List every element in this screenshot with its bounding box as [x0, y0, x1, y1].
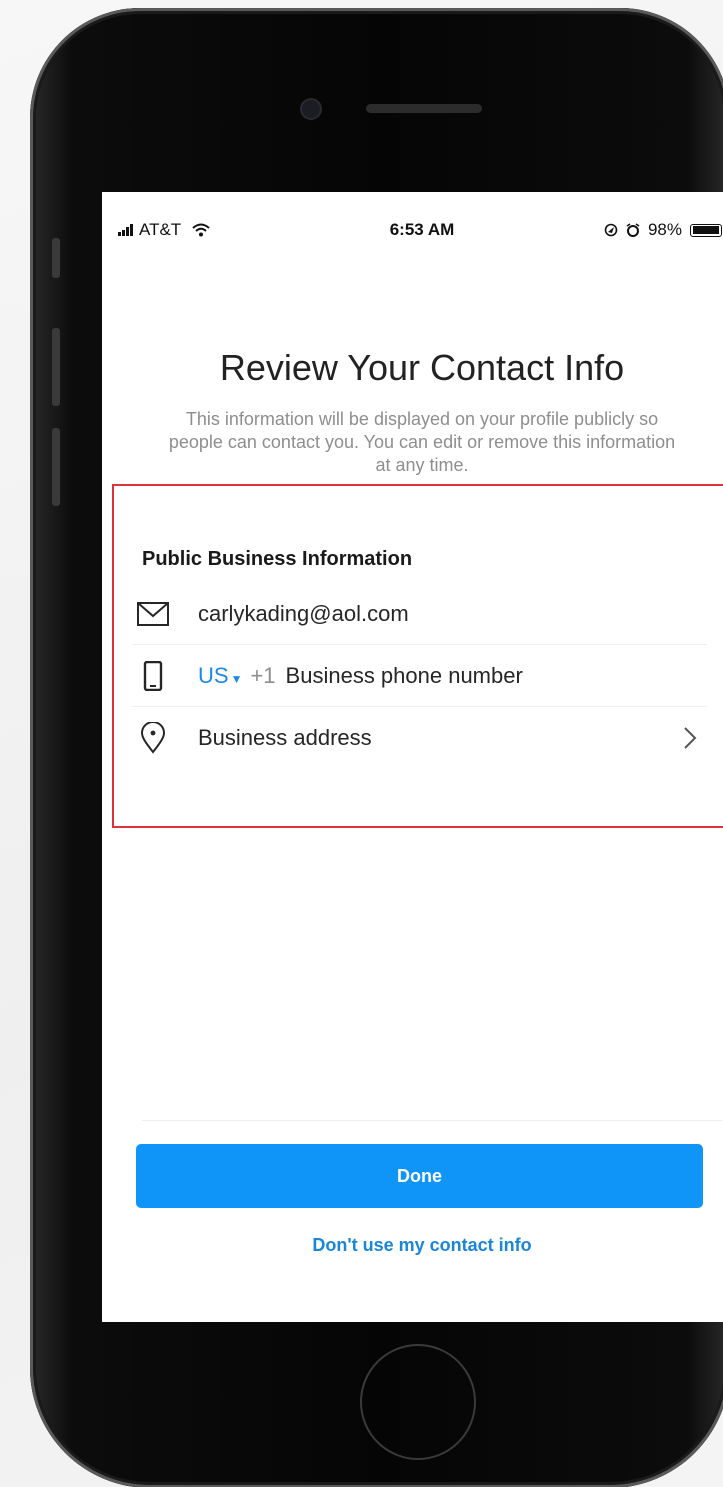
earpiece-speaker [366, 104, 482, 113]
footer-divider [142, 1120, 722, 1121]
email-field[interactable]: carlykading@aol.com [198, 601, 409, 627]
alarm-icon [626, 223, 640, 237]
location-pin-icon [136, 721, 170, 755]
page-background: AT&T 6:53 AM 98% Review Your Contact Inf… [0, 0, 723, 1487]
battery-percent: 98% [647, 220, 682, 239]
page-subtitle: This information will be displayed on yo… [168, 409, 676, 475]
section-title: Public Business Information [142, 548, 413, 570]
done-button[interactable]: Done [136, 1144, 703, 1208]
front-camera [302, 100, 320, 118]
page-title: Review Your Contact Info [219, 347, 625, 388]
skip-contact-info-link[interactable]: Don't use my contact info [102, 1235, 723, 1256]
volume-down-button [52, 428, 60, 506]
battery-icon [690, 223, 722, 237]
phone-row[interactable]: US ▼ +1 Business phone number [132, 646, 707, 707]
caret-down-icon: ▼ [230, 672, 243, 686]
app-screen: AT&T 6:53 AM 98% Review Your Contact Inf… [102, 192, 723, 1322]
mute-switch [52, 238, 60, 278]
phone-frame: AT&T 6:53 AM 98% Review Your Contact Inf… [30, 8, 723, 1487]
location-icon [604, 223, 618, 237]
mobile-phone-icon [136, 659, 170, 693]
dial-prefix: +1 [250, 663, 276, 688]
country-code-label: US [198, 663, 229, 688]
envelope-icon [136, 597, 170, 631]
status-right: 98% [604, 220, 722, 240]
email-row[interactable]: carlykading@aol.com [132, 584, 707, 645]
battery-level [692, 226, 719, 234]
phone-number-field[interactable]: Business phone number [286, 663, 523, 689]
home-button[interactable] [360, 1344, 476, 1460]
chevron-right-icon [683, 726, 697, 755]
country-code-select[interactable]: US ▼ [198, 663, 242, 689]
address-label: Business address [198, 725, 372, 750]
address-row[interactable]: Business address [132, 708, 707, 768]
status-bar: AT&T 6:53 AM 98% [102, 216, 723, 246]
volume-up-button [52, 328, 60, 406]
